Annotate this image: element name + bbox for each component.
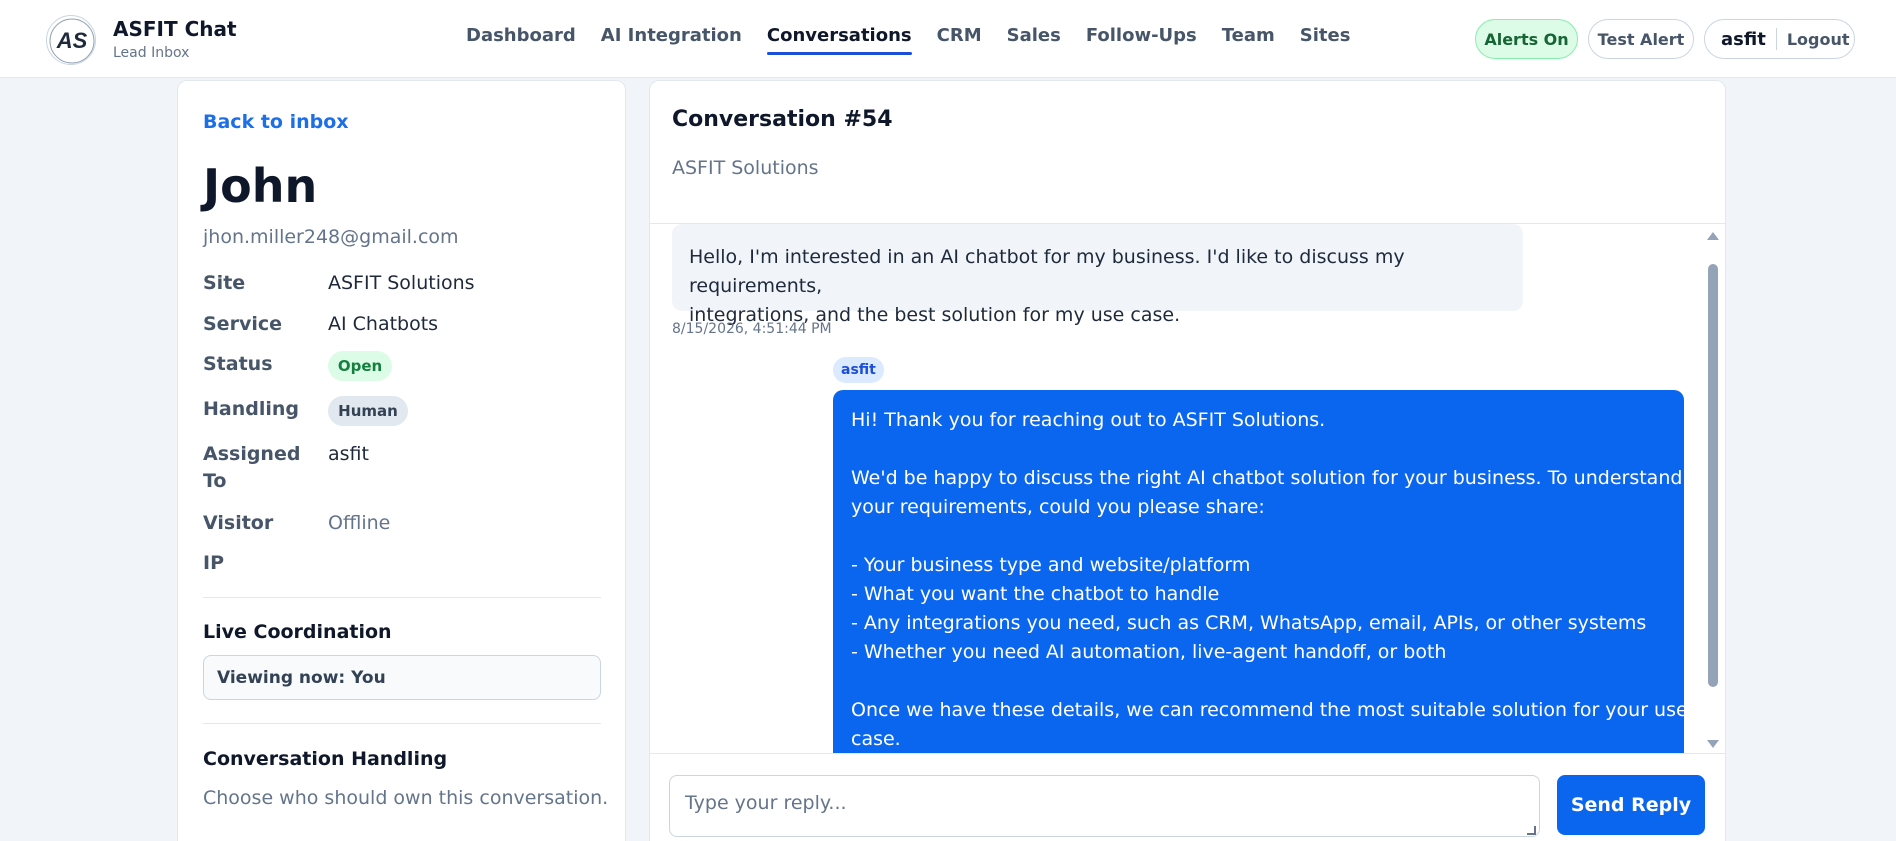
nav-follow-ups[interactable]: Follow-Ups [1086,25,1197,55]
message-line: Hi! Thank you for reaching out to ASFIT … [851,409,1326,431]
scroll-down-arrow-icon[interactable] [1707,740,1719,748]
message-list[interactable]: Hello, I'm interested in an AI chatbot f… [650,224,1725,753]
assigned-label-line2: To [203,470,227,492]
test-alert-button[interactable]: Test Alert [1588,19,1694,59]
nav-ai-integration[interactable]: AI Integration [601,25,742,55]
resize-handle-icon[interactable] [1527,826,1536,835]
sender-badge: asfit [833,357,884,383]
contact-name: John [203,159,318,213]
handling-label: Handling [203,398,300,420]
visitor-label: Visitor [203,512,274,534]
conversation-panel: Conversation #54 ASFIT Solutions Hello, … [649,80,1726,841]
nav-conversations[interactable]: Conversations [766,25,912,55]
app-subtitle: Lead Inbox [113,45,190,61]
assigned-value: asfit [328,443,369,465]
section-divider [203,597,601,598]
message-line: - Your business type and website/platfor… [851,554,1251,576]
message-line: - Any integrations you need, such as CRM… [851,612,1647,634]
send-reply-button[interactable]: Send Reply [1557,775,1705,835]
message-line: We'd be happy to discuss the right AI ch… [851,467,1683,489]
nav-crm[interactable]: CRM [937,25,982,55]
conversation-handling-description: Choose who should own this conversation. [203,787,609,809]
section-divider [203,723,601,724]
message-scrollbar[interactable] [1705,224,1721,753]
nav-sales[interactable]: Sales [1007,25,1061,55]
assigned-label-line1: Assigned [203,443,301,465]
outgoing-message: Hi! Thank you for reaching out to ASFIT … [833,390,1688,753]
conversation-handling-title: Conversation Handling [203,748,448,770]
status-label: Status [203,353,273,375]
logout-button[interactable]: Logout [1787,30,1850,49]
ip-label: IP [203,552,224,574]
back-to-inbox-link[interactable]: Back to inbox [203,111,349,133]
alerts-toggle-button[interactable]: Alerts On [1475,19,1578,59]
main-nav: Dashboard AI Integration Conversations C… [466,25,1350,55]
conversation-site: ASFIT Solutions [672,157,819,179]
message-line: - What you want the chatbot to handle [851,583,1220,605]
app-title: ASFIT Chat [113,17,237,41]
nav-sites[interactable]: Sites [1300,25,1351,55]
reply-composer: Send Reply [650,753,1725,841]
logo-text: AS [56,28,88,53]
username: asfit [1721,28,1766,50]
handling-badge: Human [328,396,408,426]
message-line: case. [851,728,901,750]
incoming-message: Hello, I'm interested in an AI chatbot f… [672,224,1523,326]
message-line: your requirements, could you please shar… [851,496,1265,518]
nav-team[interactable]: Team [1222,25,1275,55]
status-badge: Open [328,351,392,381]
contact-panel: Back to inbox John jhon.miller248@gmail.… [177,80,626,841]
scroll-up-arrow-icon[interactable] [1707,232,1719,240]
service-label: Service [203,313,282,335]
app-logo[interactable]: AS [46,15,96,65]
reply-input[interactable] [669,775,1540,837]
conversation-title: Conversation #54 [672,107,893,132]
message-timestamp: 8/15/2026, 4:51:44 PM [672,321,832,337]
contact-email: jhon.miller248@gmail.com [203,226,459,248]
message-line: Hello, I'm interested in an AI chatbot f… [689,246,1405,297]
top-bar: AS ASFIT Chat Lead Inbox Dashboard AI In… [0,0,1896,78]
user-menu: asfit Logout [1704,19,1855,59]
scrollbar-thumb[interactable] [1708,264,1718,687]
site-label: Site [203,272,246,294]
message-line: - Whether you need AI automation, live-a… [851,641,1447,663]
nav-dashboard[interactable]: Dashboard [466,25,576,55]
live-coordination-title: Live Coordination [203,621,392,643]
message-line: Once we have these details, we can recom… [851,699,1688,721]
user-menu-divider [1775,28,1777,50]
site-value: ASFIT Solutions [328,272,475,294]
viewing-now-box: Viewing now: You [203,655,601,700]
service-value: AI Chatbots [328,313,439,335]
visitor-value: Offline [328,512,391,534]
